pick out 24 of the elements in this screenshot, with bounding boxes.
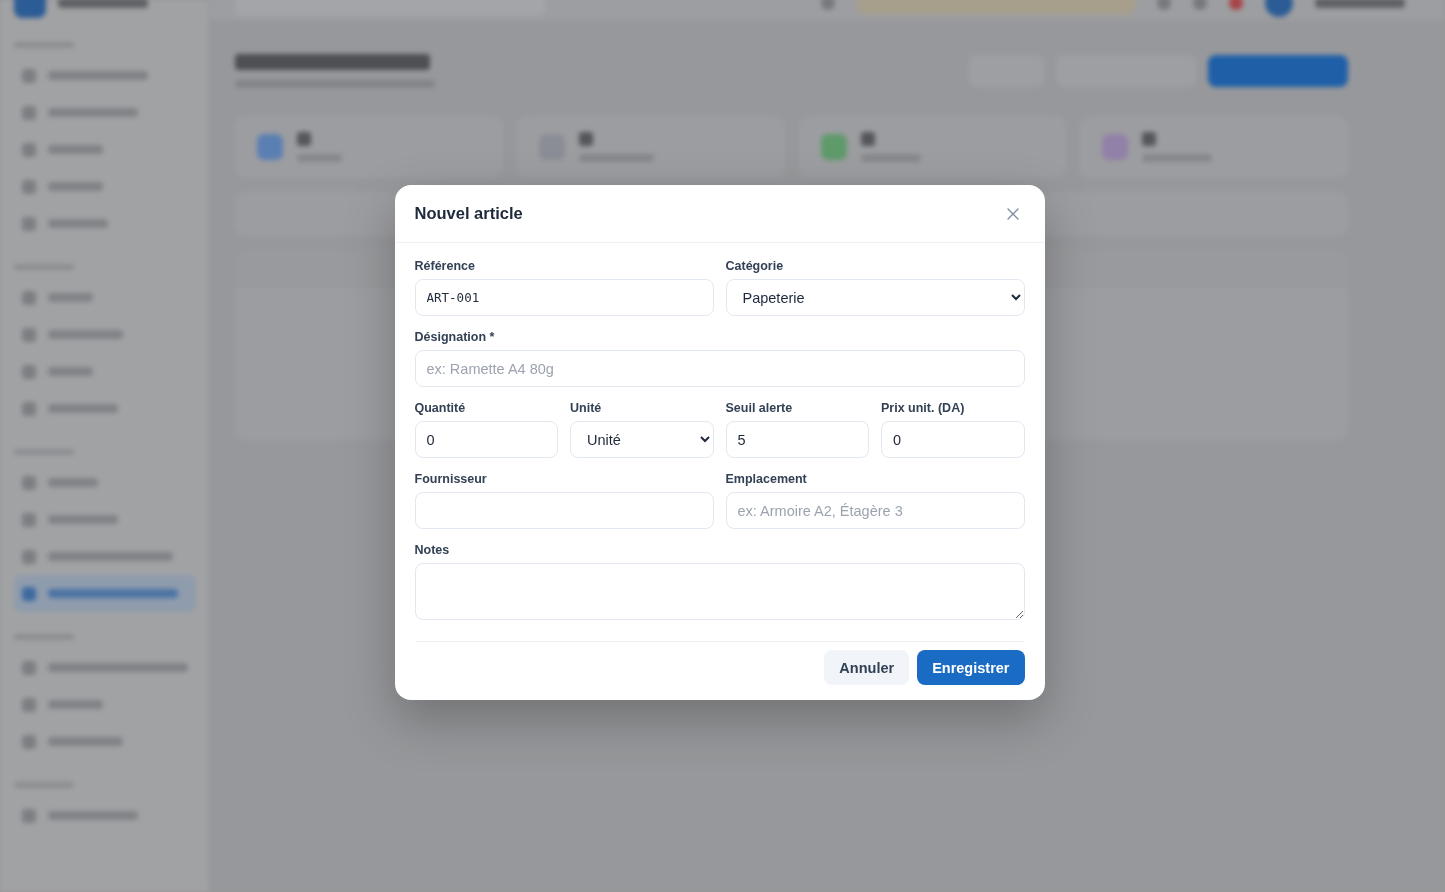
dropdown-field[interactable]: Unité bbox=[570, 421, 714, 458]
field-label: Prix unit. (DA) bbox=[881, 400, 965, 416]
field-label: Désignation * bbox=[414, 329, 495, 345]
input-field[interactable]: 5 bbox=[725, 421, 869, 458]
close-icon bbox=[1006, 207, 1019, 220]
input-field[interactable] bbox=[414, 492, 714, 529]
input-field[interactable]: ex: Ramette A4 80g bbox=[414, 350, 1025, 387]
dialog-title: Nouvel article bbox=[414, 204, 523, 223]
save-button[interactable]: Enregistrer bbox=[917, 650, 1025, 685]
field-label: Unité bbox=[570, 400, 602, 416]
input-field[interactable]: 0 bbox=[414, 421, 558, 458]
field-label: Référence bbox=[414, 258, 475, 274]
field-label: Fournisseur bbox=[414, 471, 487, 487]
text-area-field[interactable] bbox=[414, 563, 1025, 620]
field-label: Notes bbox=[414, 542, 450, 558]
field-label: Emplacement bbox=[725, 471, 807, 487]
dropdown-field[interactable]: Papeterie bbox=[725, 279, 1025, 316]
input-field[interactable]: ART-001 bbox=[414, 279, 714, 316]
input-field[interactable]: ex: Armoire A2, Étagère 3 bbox=[725, 492, 1025, 529]
field-label: Seuil alerte bbox=[725, 400, 793, 416]
input-field[interactable]: 0 bbox=[881, 421, 1025, 458]
cancel-button[interactable]: Annuler bbox=[824, 650, 910, 685]
field-label: Quantité bbox=[414, 400, 466, 416]
field-label: Catégorie bbox=[725, 258, 784, 274]
